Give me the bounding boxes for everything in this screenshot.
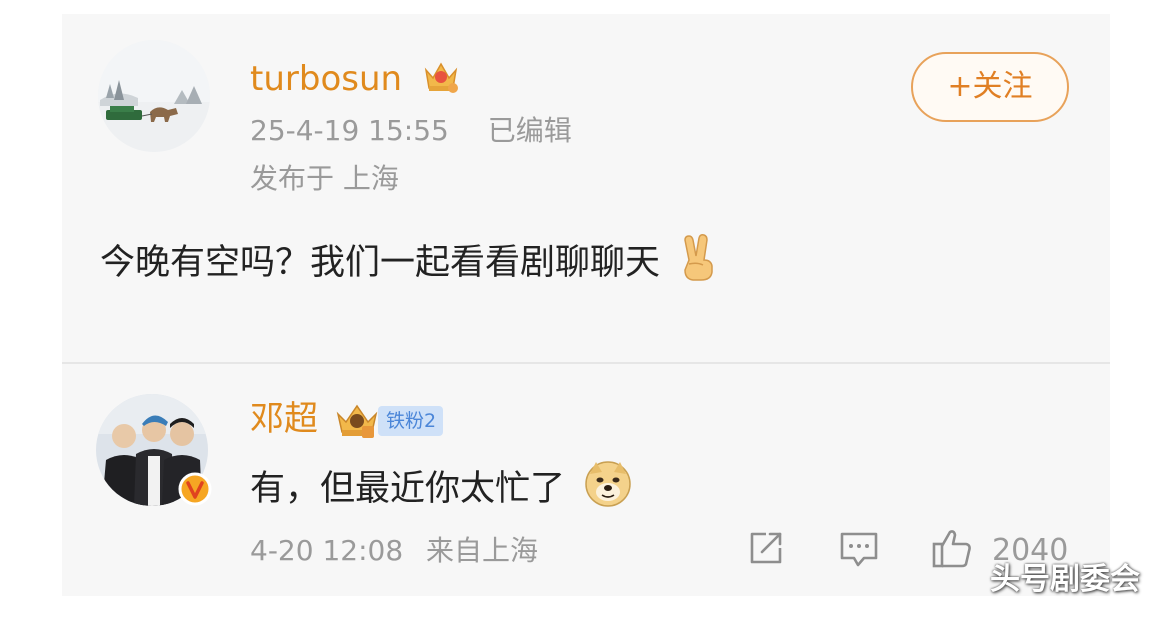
post-timestamp-row: 25-4-19 15:55 已编辑: [250, 114, 572, 148]
reply-meta: 4-20 12:08 来自上海: [250, 534, 538, 568]
reply-source: 来自上海: [426, 534, 539, 567]
reply-username[interactable]: 邓超: [250, 399, 318, 439]
crown-member-icon: [336, 404, 378, 438]
post-author-avatar[interactable]: [98, 40, 210, 152]
post-username[interactable]: turbosun: [250, 56, 461, 99]
post-timestamp: 25-4-19 15:55: [250, 114, 449, 147]
reply-content: 有，但最近你太忙了: [250, 460, 632, 510]
watermark: 头号剧委会: [990, 562, 1140, 597]
like-thumbs-up-icon[interactable]: [930, 526, 974, 570]
share-icon[interactable]: [746, 528, 786, 568]
weibo-comment-screenshot: turbosun 25-4-19 15:55 已编辑 发布于 上海 +关注 今晚…: [0, 0, 1170, 618]
reply-timestamp: 4-20 12:08: [250, 534, 404, 567]
crown-member-icon: [424, 62, 458, 93]
doge-emoji-icon: [585, 461, 631, 507]
victory-hand-emoji-icon: [684, 234, 713, 281]
follow-button[interactable]: +关注: [911, 52, 1069, 122]
edited-label[interactable]: 已编辑: [488, 114, 572, 147]
verified-v-badge-icon: [178, 472, 212, 506]
post-location: 发布于 上海: [250, 162, 399, 195]
post-content: 今晚有空吗？我们一起看看剧聊聊天: [100, 234, 719, 284]
snow-landscape-avatar-image: [98, 40, 210, 152]
comment-icon[interactable]: [838, 528, 880, 568]
fan-badge[interactable]: 铁粉2: [378, 406, 444, 436]
